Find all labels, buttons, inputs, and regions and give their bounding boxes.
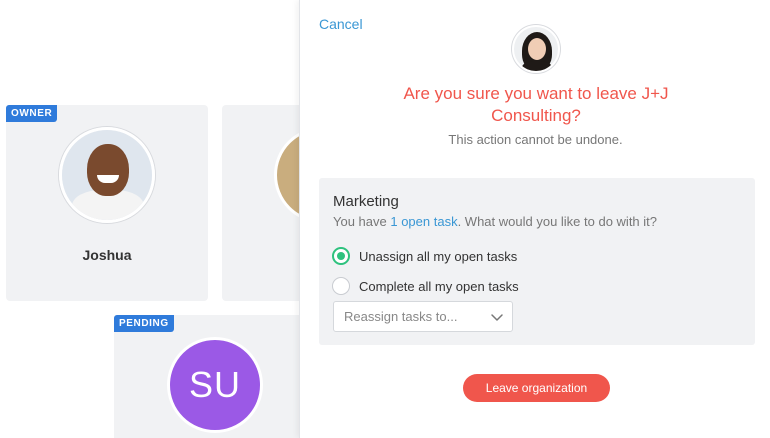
team-background: OWNER Joshua PENDING SU [0, 0, 300, 438]
member-avatar [59, 127, 155, 223]
chevron-down-icon [491, 314, 503, 321]
reassign-select[interactable]: Reassign tasks to... [333, 301, 513, 332]
leave-organization-panel: Cancel Are you sure you want to leave J+… [299, 0, 770, 438]
radio-unassign[interactable] [332, 247, 350, 265]
initials-avatar: SU [167, 337, 263, 433]
option-complete-label: Complete all my open tasks [359, 278, 519, 294]
member-avatar [274, 127, 300, 223]
member-card[interactable] [222, 105, 300, 301]
desc-prefix: You have [333, 214, 391, 229]
confirm-subtitle: This action cannot be undone. [448, 132, 623, 147]
radio-complete[interactable] [332, 277, 350, 295]
owner-badge: OWNER [6, 105, 58, 122]
option-unassign[interactable]: Unassign all my open tasks [332, 247, 517, 265]
option-complete[interactable]: Complete all my open tasks [332, 277, 519, 295]
reassign-placeholder: Reassign tasks to... [344, 309, 458, 324]
member-card-owner[interactable]: OWNER Joshua [6, 105, 208, 301]
leave-organization-button[interactable]: Leave organization [463, 374, 610, 402]
cancel-link[interactable]: Cancel [319, 16, 363, 32]
member-name: Joshua [82, 247, 132, 263]
confirm-title: Are you sure you want to leave J+J Consu… [403, 84, 669, 125]
open-task-link[interactable]: 1 open task [390, 214, 457, 229]
pending-badge: PENDING [114, 315, 174, 332]
open-tasks-section: Marketing You have 1 open task. What wou… [319, 178, 755, 345]
section-title: Marketing [333, 193, 399, 210]
user-avatar [512, 25, 560, 73]
option-unassign-label: Unassign all my open tasks [359, 248, 518, 264]
member-card-pending[interactable]: PENDING SU [114, 315, 300, 438]
desc-suffix: . What would you like to do with it? [457, 214, 658, 229]
section-description: You have 1 open task. What would you lik… [333, 214, 657, 229]
